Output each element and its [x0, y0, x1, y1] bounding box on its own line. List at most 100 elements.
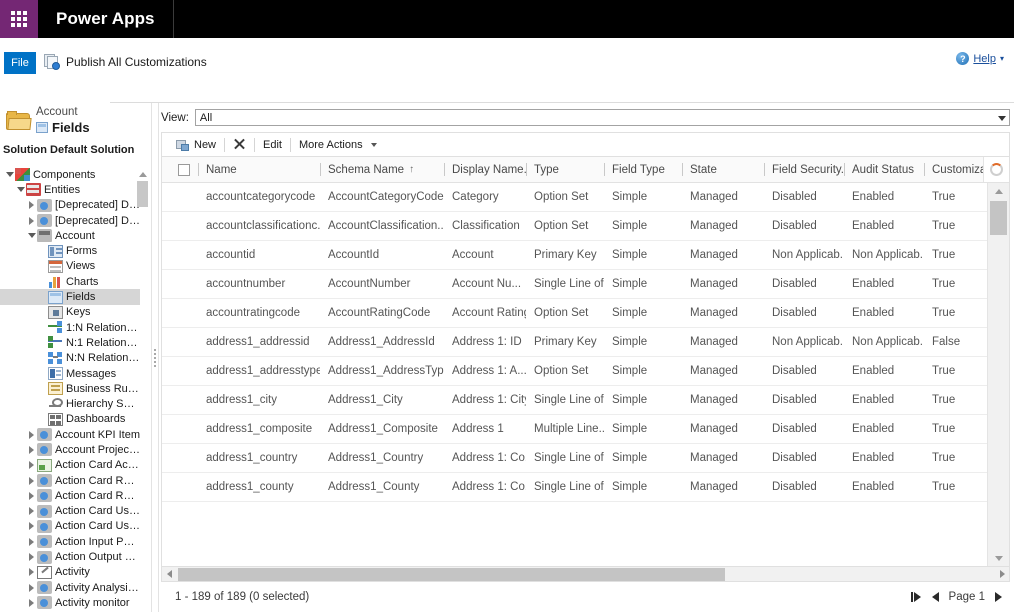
tree-item-action-input-param[interactable]: Action Input Param... — [0, 534, 140, 549]
publish-all-customizations-button[interactable]: Publish All Customizations — [44, 50, 207, 74]
pane-splitter[interactable] — [152, 103, 159, 612]
tree-item-entities[interactable]: Entities — [0, 182, 140, 197]
chevron-right-icon[interactable] — [26, 461, 37, 470]
tree-item-action-card-action[interactable]: Action Card Action ... — [0, 458, 140, 473]
chevron-right-icon[interactable] — [26, 553, 37, 562]
tree-item-action-card-usage[interactable]: Action Card Usage — [0, 504, 140, 519]
tree-item-fields[interactable]: Fields — [0, 289, 140, 305]
tree-item-action-card-regar[interactable]: Action Card Regar... — [0, 473, 140, 488]
edit-button[interactable]: Edit — [255, 134, 290, 156]
brand-title[interactable]: Power Apps — [38, 0, 174, 38]
tree-item-dashboards[interactable]: Dashboards — [0, 412, 140, 427]
entity-tree-scroll-area[interactable]: Components Entities [Deprecated] Data ... [… — [0, 165, 151, 612]
new-button[interactable]: New — [168, 134, 224, 156]
table-row[interactable]: address1_county Address1_County Address 1:… — [162, 473, 987, 502]
chevron-right-icon[interactable] — [26, 507, 37, 516]
column-header-audit[interactable]: Audit Status — [844, 157, 924, 182]
hscrollbar-thumb[interactable] — [178, 567, 725, 581]
tree-item-messages[interactable]: Messages — [0, 366, 140, 381]
grid-horizontal-scrollbar[interactable] — [161, 567, 1010, 582]
page-prev-button[interactable] — [931, 592, 939, 602]
tree-item-keys[interactable]: Keys — [0, 305, 140, 320]
select-all-header-cell[interactable] — [162, 157, 198, 182]
tree-item-components[interactable]: Components — [0, 167, 140, 182]
new-record-icon — [176, 138, 190, 151]
column-header-state[interactable]: State — [682, 157, 764, 182]
tree-item-action-output-para[interactable]: Action Output Para... — [0, 549, 140, 564]
help-button[interactable]: ? Help ▾ — [956, 52, 1004, 65]
entity-icon — [37, 535, 52, 549]
more-actions-button[interactable]: More Actions — [291, 134, 385, 156]
chevron-down-icon[interactable] — [4, 172, 15, 178]
tree-item-business-rules[interactable]: Business Rules — [0, 381, 140, 396]
grid-vertical-scrollbar[interactable] — [987, 183, 1009, 566]
tree-item-account-project-pri[interactable]: Account Project Pri... — [0, 442, 140, 457]
tree-item-views[interactable]: Views — [0, 259, 140, 274]
table-row[interactable]: address1_addresstype... Address1_AddressT… — [162, 357, 987, 386]
file-tab[interactable]: File — [4, 52, 36, 74]
tree-item-activity-monitor[interactable]: Activity monitor — [0, 595, 140, 610]
chevron-right-icon[interactable] — [26, 430, 37, 439]
table-row[interactable]: accountnumber AccountNumber Account Nu... S… — [162, 270, 987, 299]
tree-scroll-up-icon[interactable] — [137, 169, 148, 179]
tree-item-charts[interactable]: Charts — [0, 274, 140, 289]
chevron-down-icon[interactable] — [15, 187, 26, 193]
table-row[interactable]: accountid AccountId Account Primary Key Simp… — [162, 241, 987, 270]
tree-item-action-card-role-s[interactable]: Action Card Role S... — [0, 488, 140, 503]
chevron-right-icon[interactable] — [26, 537, 37, 546]
chevron-right-icon[interactable] — [26, 568, 37, 577]
tree-item-hierarchy-setti[interactable]: Hierarchy Setti... — [0, 396, 140, 411]
cell-schema: Address1_AddressId — [328, 336, 435, 348]
grid-scroll-down-icon[interactable] — [988, 550, 1009, 566]
app-launcher-icon[interactable] — [0, 0, 38, 38]
hscroll-left-icon[interactable] — [162, 568, 176, 581]
tree-item-1-n-relationshi[interactable]: 1:N Relationshi... — [0, 320, 140, 335]
page-next-button[interactable] — [995, 592, 1002, 602]
tree-item-activity-analysis-cl[interactable]: Activity Analysis Cl... — [0, 580, 140, 595]
view-select[interactable]: All — [194, 109, 1010, 126]
page-first-button[interactable] — [910, 592, 922, 602]
column-header-schema[interactable]: Schema Name ↑ — [320, 157, 444, 182]
checkbox-unchecked-icon[interactable] — [178, 163, 190, 176]
chevron-right-icon[interactable] — [26, 522, 37, 531]
grid-scrollbar-thumb[interactable] — [990, 201, 1007, 235]
table-row[interactable]: accountratingcode AccountRatingCode Accoun… — [162, 299, 987, 328]
tree-item-n-n-relationsh[interactable]: N:N Relationsh... — [0, 351, 140, 366]
table-row[interactable]: accountclassificationc... AccountClassifi… — [162, 212, 987, 241]
table-row[interactable]: address1_country Address1_Country Address … — [162, 444, 987, 473]
chevron-right-icon[interactable] — [26, 216, 37, 225]
table-row[interactable]: address1_city Address1_City Address 1: Cit… — [162, 386, 987, 415]
chevron-right-icon[interactable] — [26, 445, 37, 454]
tree-vertical-scrollbar[interactable] — [137, 169, 148, 604]
hscroll-right-icon[interactable] — [995, 568, 1009, 581]
table-row[interactable]: accountcategorycode AccountCategoryCode Ca… — [162, 183, 987, 212]
tree-item-activity[interactable]: Activity — [0, 565, 140, 580]
chevron-right-icon[interactable] — [26, 583, 37, 592]
delete-button[interactable] — [225, 134, 254, 156]
column-header-sec[interactable]: Field Security... — [764, 157, 844, 182]
tree-item-deprecated-dyna[interactable]: [Deprecated] Dyna... — [0, 213, 140, 228]
table-row[interactable]: address1_addressid Address1_AddressId Addr… — [162, 328, 987, 357]
tree-item-action-card-usage[interactable]: Action Card Usage ... — [0, 519, 140, 534]
chevron-right-icon[interactable] — [26, 491, 37, 500]
tree-item-forms[interactable]: Forms — [0, 243, 140, 258]
column-header-name[interactable]: Name — [198, 157, 320, 182]
tree-scrollbar-thumb[interactable] — [137, 181, 148, 207]
chevron-right-icon[interactable] — [26, 201, 37, 210]
cell-disp: Account Nu... — [452, 278, 522, 290]
tree-item-account[interactable]: Account — [0, 228, 140, 243]
chevron-down-icon[interactable] — [26, 233, 37, 239]
column-header-type[interactable]: Type — [526, 157, 604, 182]
table-row[interactable]: address1_composite Address1_Composite Addr… — [162, 415, 987, 444]
tree-item-deprecated-data[interactable]: [Deprecated] Data ... — [0, 198, 140, 213]
cell-state: Managed — [690, 336, 738, 348]
edit-label: Edit — [263, 138, 282, 151]
tree-item-account-kpi-item[interactable]: Account KPI Item — [0, 427, 140, 442]
refresh-button[interactable] — [983, 157, 1009, 182]
tree-item-n-1-relationshi[interactable]: N:1 Relationshi... — [0, 335, 140, 350]
chevron-right-icon[interactable] — [26, 476, 37, 485]
grid-scroll-up-icon[interactable] — [988, 183, 1009, 199]
column-header-ftype[interactable]: Field Type — [604, 157, 682, 182]
column-header-disp[interactable]: Display Name... — [444, 157, 526, 182]
chevron-right-icon[interactable] — [26, 598, 37, 607]
